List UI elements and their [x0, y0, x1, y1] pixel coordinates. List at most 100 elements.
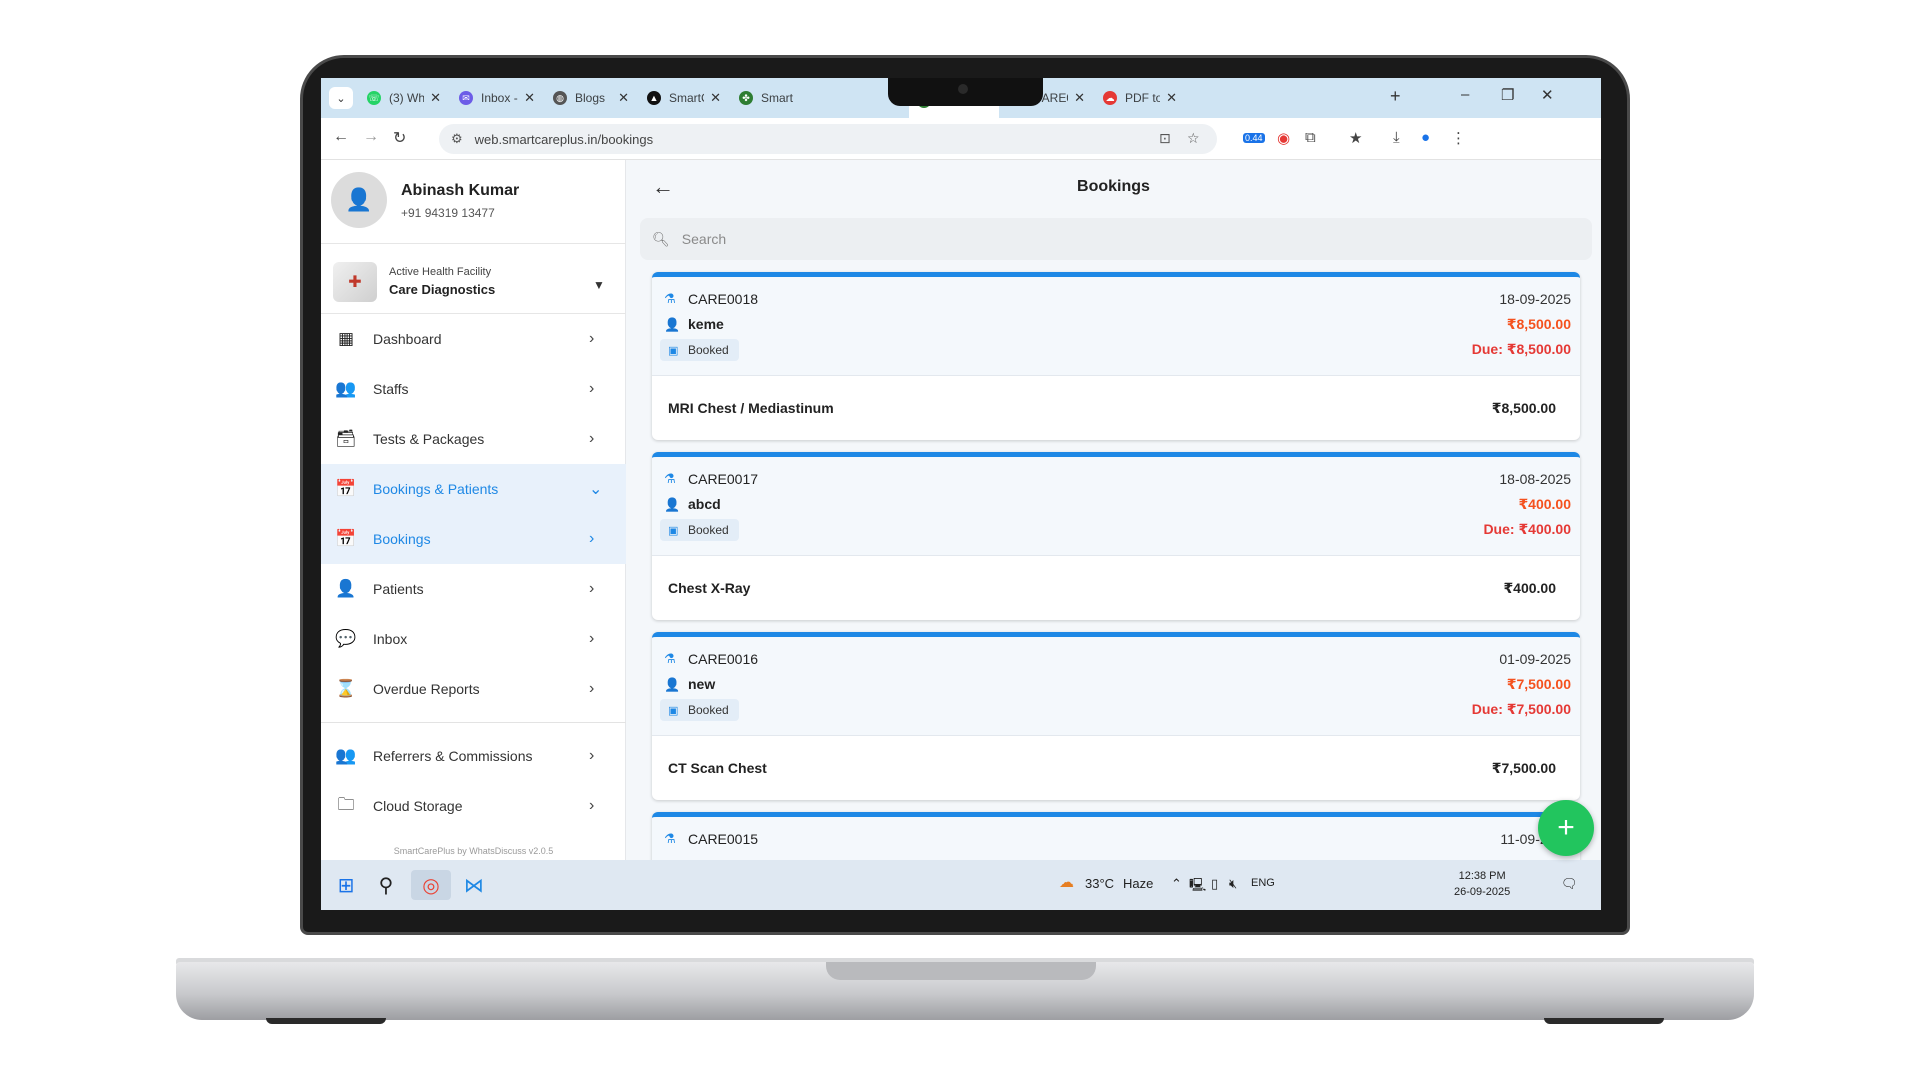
chrome-taskbar-icon[interactable]: ◎	[411, 870, 451, 900]
tab-title: SmartC	[669, 91, 704, 105]
window-close-icon[interactable]: ✕	[1541, 86, 1554, 104]
sidebar-item-patients[interactable]: 👤 Patients ›	[321, 564, 626, 614]
sidebar-item-bookings-patients[interactable]: 📅 Bookings & Patients ⌄	[321, 464, 626, 514]
search-input[interactable]	[681, 231, 1562, 247]
windows-start-icon[interactable]: ⊞	[331, 870, 361, 900]
booking-id: CARE0018	[688, 291, 759, 307]
tab-close-icon[interactable]: ✕	[1074, 90, 1085, 106]
booking-date: 18-08-2025	[1499, 471, 1571, 487]
tab-title: Blogs	[575, 91, 606, 105]
dashboard-icon: ▦	[337, 329, 355, 348]
browser-toolbar: ← → ↻ ⚙ web.smartcareplus.in/bookings ⊡ …	[321, 118, 1601, 160]
facility-logo: ✚	[333, 262, 377, 302]
booking-card-header: ⚗ CARE0017 18-08-2025 👤 abcd ▣ Booked ₹400.00 Du…	[652, 457, 1580, 556]
extensions-puzzle-icon[interactable]: ⧉	[1305, 129, 1316, 146]
browser-tab[interactable]: ▲ SmartC ✕	[639, 84, 729, 112]
test-name: MRI Chest / Mediastinum	[668, 400, 834, 416]
browser-tab[interactable]: ☏ (3) Wha ✕	[359, 84, 449, 112]
chevron-icon: ›	[589, 580, 595, 597]
sidebar: 👤 Abinash Kumar +91 94319 13477 ✚ Active…	[321, 160, 626, 860]
browser-tab[interactable]: ☁ PDF to ✕	[1095, 84, 1185, 112]
patient-name: abcd	[688, 496, 721, 512]
sidebar-item-label: Bookings	[373, 531, 431, 547]
laptop-hinge-notch	[826, 962, 1096, 980]
user-name: Abinash Kumar	[401, 182, 520, 199]
flask-icon: ⚗	[664, 651, 676, 666]
tab-close-icon[interactable]: ✕	[524, 90, 535, 106]
tab-search-icon[interactable]: ⌄	[329, 87, 353, 109]
weather-icon[interactable]: ☁	[1059, 873, 1074, 891]
test-name: Chest X-Ray	[668, 580, 751, 596]
sidebar-item-label: Overdue Reports	[373, 681, 480, 697]
person-icon: 👤	[664, 317, 681, 332]
patient-name: keme	[688, 316, 724, 332]
tab-title: Inbox -	[481, 91, 518, 105]
network-icon[interactable]: 🖳	[1189, 876, 1206, 898]
address-bar[interactable]: ⚙ web.smartcareplus.in/bookings ⊡ ☆	[439, 124, 1217, 154]
sidebar-item-cloud-storage[interactable]: 🗀 Cloud Storage ›	[321, 781, 626, 831]
sidebar-item-referrers-commissions[interactable]: 👥 Referrers & Commissions ›	[321, 731, 626, 781]
profile-icon[interactable]: ●	[1421, 129, 1430, 146]
tab-close-icon[interactable]: ✕	[710, 90, 721, 106]
flask-icon: ⚗	[664, 471, 676, 486]
add-booking-button[interactable]: +	[1538, 800, 1594, 856]
booking-card[interactable]: ⚗ CARE0018 18-09-2025 👤 keme ▣ Booked ₹8,500.00…	[652, 272, 1580, 440]
user-phone: +91 94319 13477	[401, 206, 495, 220]
notification-icon[interactable]: 🗨	[1561, 876, 1578, 892]
tab-favicon-icon: ▲	[647, 91, 661, 105]
user-profile[interactable]: 👤 Abinash Kumar +91 94319 13477	[321, 160, 626, 244]
chevron-icon: ›	[589, 680, 595, 697]
booking-date: 01-09-2025	[1499, 651, 1571, 667]
extension-badge-icon[interactable]: 0.44	[1243, 132, 1265, 144]
menu-dots-icon[interactable]: ⋮	[1451, 129, 1466, 147]
flask-icon: ⚗	[664, 291, 676, 306]
clock-date: 26-09-2025	[1454, 886, 1511, 898]
browser-tab[interactable]: ✤ Smart	[731, 84, 811, 112]
tab-close-icon[interactable]: ✕	[430, 90, 441, 106]
version-text: SmartCarePlus by WhatsDiscuss v2.0.5	[393, 846, 554, 856]
tab-close-icon[interactable]: ✕	[1166, 90, 1177, 106]
status-badge: ▣ Booked	[660, 519, 739, 541]
volume-muted-icon[interactable]: 🔇︎	[1229, 876, 1237, 892]
sidebar-item-tests-packages[interactable]: 🗃 Tests & Packages ›	[321, 414, 626, 464]
tray-expand-icon[interactable]: ⌃	[1171, 876, 1182, 892]
taskbar-search-icon[interactable]: ⚲	[371, 870, 401, 900]
taskbar-clock[interactable]: 12:38 PM 26-09-2025	[1454, 868, 1510, 900]
install-app-icon[interactable]: ⊡	[1159, 130, 1171, 147]
tab-favicon-icon: ✉	[459, 91, 473, 105]
chevron-icon: ⌄	[589, 481, 603, 498]
calendar-check-icon: 📅	[335, 479, 357, 498]
back-nav-icon[interactable]: ←	[333, 128, 349, 146]
facility-selector[interactable]: ✚ Active Health Facility Care Diagnostic…	[321, 244, 626, 314]
sidebar-item-bookings[interactable]: 📅 Bookings ›	[321, 514, 626, 564]
bookmark-star-icon[interactable]: ☆	[1187, 130, 1200, 147]
sidebar-item-label: Inbox	[373, 631, 408, 647]
screen: ⌄ ☏ (3) Wha ✕ ✉ Inbox - ✕ ◍ Blogs ✕ ▲ SmartC ✕ ✤ Smar…	[321, 78, 1601, 910]
restore-icon[interactable]: ❐	[1501, 86, 1514, 104]
battery-icon[interactable]: ▯	[1211, 876, 1218, 892]
bookmarks-icon[interactable]: ★	[1349, 129, 1362, 147]
sidebar-item-overdue-reports[interactable]: ⌛ Overdue Reports ›	[321, 664, 626, 714]
calendar-icon: ▣	[668, 704, 679, 717]
booking-amount: ₹8,500.00	[1506, 316, 1571, 332]
download-icon[interactable]: ⤓	[1393, 129, 1400, 146]
browser-tab[interactable]: ◍ Blogs ✕	[545, 84, 637, 112]
sidebar-item-inbox[interactable]: 💬 Inbox ›	[321, 614, 626, 664]
sidebar-item-staffs[interactable]: 👥 Staffs ›	[321, 364, 626, 414]
extension-red-icon[interactable]: ◉	[1277, 129, 1290, 147]
new-tab-icon[interactable]: +	[1390, 86, 1401, 107]
site-settings-icon[interactable]: ⚙	[451, 131, 463, 147]
tab-close-icon[interactable]: ✕	[618, 90, 629, 106]
browser-tab[interactable]: ✉ Inbox - ✕	[451, 84, 543, 112]
minimize-icon[interactable]: –	[1461, 86, 1469, 103]
reload-icon[interactable]: ↻	[393, 128, 406, 148]
sidebar-item-dashboard[interactable]: ▦ Dashboard ›	[321, 314, 626, 364]
chevron-icon: ›	[589, 797, 595, 814]
forward-nav-icon[interactable]: →	[363, 128, 379, 146]
chevron-icon: ›	[589, 430, 595, 447]
booking-card[interactable]: ⚗ CARE0016 01-09-2025 👤 new ▣ Booked ₹7,500.00 D…	[652, 632, 1580, 800]
booking-card[interactable]: ⚗ CARE0017 18-08-2025 👤 abcd ▣ Booked ₹400.00 Du…	[652, 452, 1580, 620]
tab-favicon-icon: ✤	[739, 91, 753, 105]
vscode-taskbar-icon[interactable]: ⋈	[459, 870, 489, 900]
language-indicator[interactable]: ENG	[1251, 877, 1275, 889]
